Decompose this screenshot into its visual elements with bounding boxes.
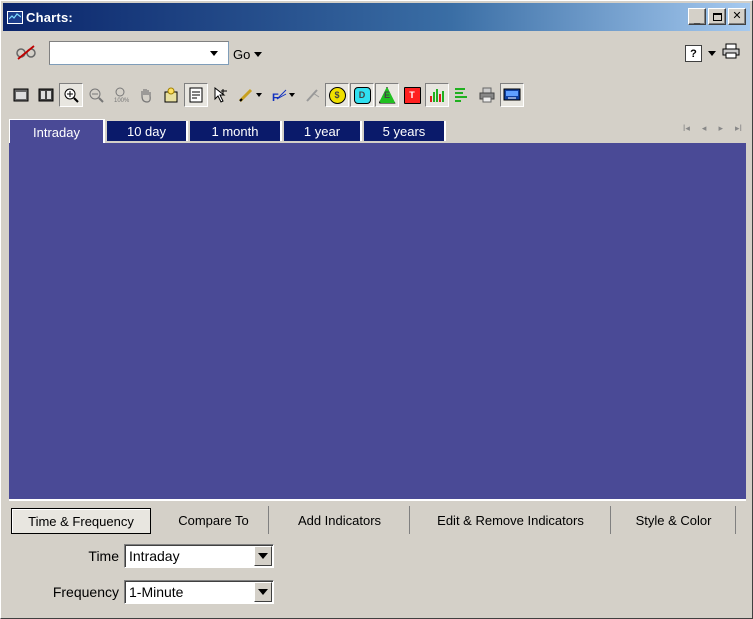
next-page-icon[interactable]: ▸: [718, 123, 723, 134]
symbol-dropdown-arrow-icon[interactable]: [210, 51, 218, 56]
go-dropdown-icon: [254, 51, 263, 57]
chart-nav-arrows: I◂ ◂ ▸ ▸I: [683, 123, 742, 134]
minimize-icon: _: [693, 13, 701, 25]
earnings-icon[interactable]: E: [375, 83, 399, 107]
chart-toolbar: 100% F $ D E T: [9, 79, 744, 111]
t-icon[interactable]: T: [400, 83, 424, 107]
period-tabs: Intraday 10 day 1 month 1 year 5 years I…: [9, 119, 746, 144]
tab-add-indicators[interactable]: Add Indicators: [270, 506, 410, 534]
close-button[interactable]: ✕: [728, 8, 746, 25]
dividends-icon[interactable]: $: [325, 83, 349, 107]
symbol-input[interactable]: [49, 41, 229, 65]
first-page-icon[interactable]: I◂: [683, 123, 690, 134]
screen-icon[interactable]: [500, 83, 524, 107]
t-badge: T: [403, 86, 421, 104]
glasses-icon[interactable]: [15, 44, 39, 62]
notes-icon[interactable]: [184, 83, 208, 107]
prev-page-icon[interactable]: ◂: [702, 123, 707, 134]
tab-time-frequency[interactable]: Time & Frequency: [11, 508, 151, 534]
time-dropdown-button[interactable]: [254, 546, 272, 566]
title-bar[interactable]: Charts: _ ✕: [3, 3, 750, 31]
fibonacci-dropdown-icon[interactable]: [289, 93, 295, 97]
tab-10-day[interactable]: 10 day: [107, 121, 188, 141]
help-icon[interactable]: ?: [685, 45, 702, 62]
pencil-icon[interactable]: [234, 83, 266, 107]
svg-text:100%: 100%: [114, 98, 129, 103]
last-page-icon[interactable]: ▸I: [735, 123, 742, 134]
minimize-button[interactable]: _: [688, 8, 706, 25]
charts-window: Charts: _ ✕ Go ? 100% F $ D E T Intraday…: [0, 0, 753, 619]
time-row: Time Intraday: [9, 544, 309, 570]
help-print-group: ?: [685, 43, 740, 64]
pencil-dropdown-icon[interactable]: [256, 93, 262, 97]
select-pointer-icon[interactable]: [209, 83, 233, 107]
settings-tabs: Time & Frequency Compare To Add Indicato…: [9, 504, 746, 534]
maximize-icon: [712, 12, 722, 21]
symbol-bar: Go ?: [9, 41, 744, 67]
time-value: Intraday: [129, 548, 180, 564]
dividends-badge: $: [328, 86, 346, 104]
multi-chart-icon[interactable]: [34, 83, 58, 107]
close-icon: ✕: [732, 10, 742, 22]
price-levels-icon[interactable]: [450, 83, 474, 107]
tab-intraday[interactable]: Intraday: [9, 119, 105, 144]
tab-compare-to[interactable]: Compare To: [159, 506, 269, 534]
erase-icon[interactable]: [300, 83, 324, 107]
zoom-100-icon[interactable]: 100%: [109, 83, 133, 107]
single-chart-icon[interactable]: [9, 83, 33, 107]
chart-canvas[interactable]: [9, 143, 746, 501]
volume-bars-icon[interactable]: [425, 83, 449, 107]
chevron-down-icon: [258, 589, 268, 595]
zoom-in-icon[interactable]: [59, 83, 83, 107]
crosshair-icon[interactable]: [159, 83, 183, 107]
time-label: Time: [88, 548, 119, 564]
print-icon[interactable]: [722, 43, 740, 64]
tab-1-month[interactable]: 1 month: [190, 121, 282, 141]
maximize-button[interactable]: [708, 8, 726, 25]
frequency-dropdown-button[interactable]: [254, 582, 272, 602]
zoom-out-icon[interactable]: [84, 83, 108, 107]
frequency-value: 1-Minute: [129, 584, 184, 600]
go-label: Go: [233, 46, 251, 62]
frequency-label: Frequency: [52, 584, 119, 600]
tab-style-color[interactable]: Style & Color: [612, 506, 736, 534]
print-chart-icon[interactable]: [475, 83, 499, 107]
help-dropdown-icon[interactable]: [708, 51, 716, 56]
frequency-select[interactable]: 1-Minute: [124, 580, 274, 604]
window-title: Charts:: [26, 9, 73, 25]
window-controls: _ ✕: [686, 8, 746, 25]
frequency-row: Frequency 1-Minute: [9, 580, 309, 606]
tab-edit-remove-indicators[interactable]: Edit & Remove Indicators: [411, 506, 611, 534]
pan-hand-icon[interactable]: [134, 83, 158, 107]
time-select[interactable]: Intraday: [124, 544, 274, 568]
go-button[interactable]: Go: [233, 45, 263, 63]
tab-5-years[interactable]: 5 years: [364, 121, 446, 141]
chart-line-icon: [9, 13, 21, 20]
d-badge: D: [353, 86, 371, 104]
earnings-badge: E: [378, 86, 396, 104]
time-frequency-panel: Time Intraday Frequency 1-Minute: [9, 534, 746, 614]
d-icon[interactable]: D: [350, 83, 374, 107]
fibonacci-icon[interactable]: F: [267, 83, 299, 107]
tab-1-year[interactable]: 1 year: [284, 121, 362, 141]
chevron-down-icon: [258, 553, 268, 559]
chart-app-icon: [7, 10, 23, 24]
